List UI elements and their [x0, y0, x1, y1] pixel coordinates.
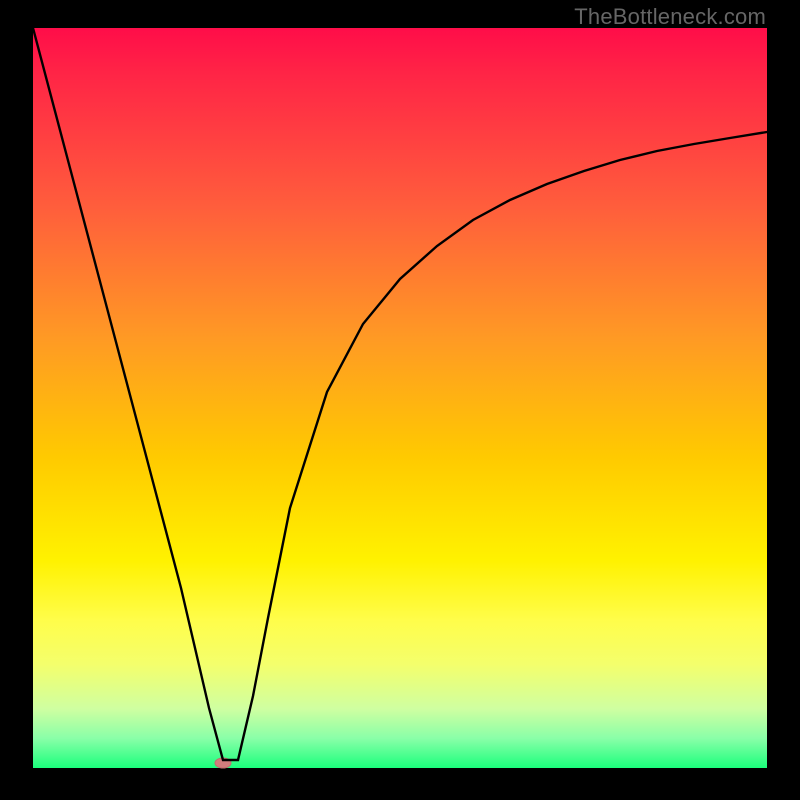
bottleneck-curve	[33, 28, 767, 760]
plot-area	[33, 28, 767, 768]
watermark-text: TheBottleneck.com	[574, 4, 766, 30]
chart-frame: TheBottleneck.com	[0, 0, 800, 800]
bottleneck-curve-svg	[33, 28, 767, 768]
